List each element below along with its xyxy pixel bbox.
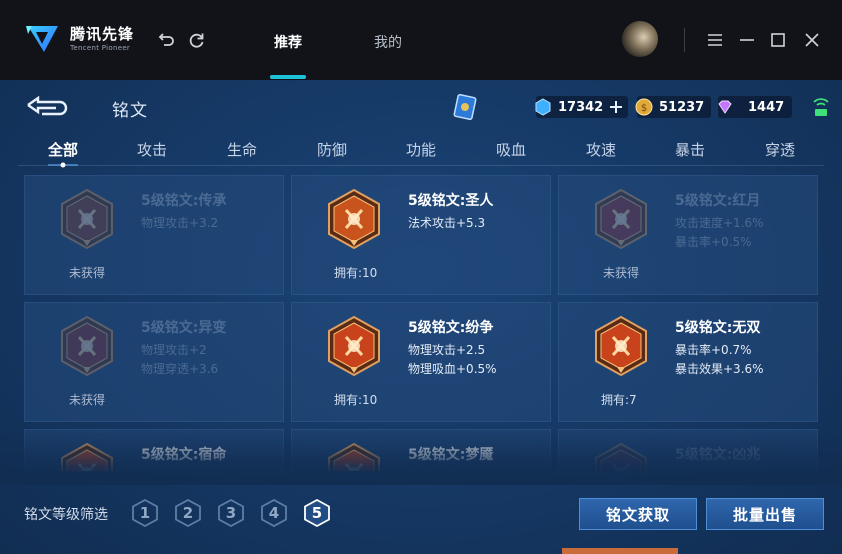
rune-stat: 法术攻击+5.3 <box>408 216 486 230</box>
rune-stat: 暴击率+0.5% <box>675 235 752 249</box>
level-filter-option[interactable]: 4 <box>259 498 289 528</box>
category-tabs: 全部 攻击 生命 防御 功能 吸血 攻速 暴击 穿透 <box>18 136 824 168</box>
signal-icon <box>813 98 829 116</box>
batch-sell-button[interactable]: 批量出售 <box>706 498 824 530</box>
rune-card[interactable]: 5级铭文:纷争 物理攻击+2.5 物理吸血+0.5% 拥有:10 <box>291 302 551 422</box>
gold-coin-icon: $ <box>635 98 653 116</box>
tab-defense[interactable]: 防御 <box>317 139 347 160</box>
add-icon[interactable] <box>609 100 623 114</box>
level-filter-number: 3 <box>225 504 237 522</box>
rune-card[interactable]: 5级铭文:传承 物理攻击+3.2 未获得 <box>24 175 284 295</box>
maximize-icon[interactable] <box>768 30 788 50</box>
crystal-count: 17342 <box>558 99 604 115</box>
gold-count: 51237 <box>659 99 705 115</box>
bottom-fade <box>0 425 842 485</box>
rune-stat: 物理攻击+3.2 <box>141 216 219 230</box>
avatar[interactable] <box>622 21 658 57</box>
rune-stat: 物理吸血+0.5% <box>408 362 497 376</box>
currency-gold: $ 51237 <box>635 96 711 118</box>
tab-health[interactable]: 生命 <box>227 139 257 160</box>
rune-stat: 攻击速度+1.6% <box>675 216 764 230</box>
currency-diamond: 1447 <box>718 96 792 118</box>
minimize-icon[interactable] <box>737 30 757 50</box>
back-arrow-icon[interactable] <box>26 94 72 116</box>
nav-tab-recommend[interactable]: 推荐 <box>274 32 302 52</box>
rune-card[interactable]: 5级铭文:无双 暴击率+0.7% 暴击效果+3.6% 拥有:7 <box>558 302 818 422</box>
rune-name: 5级铭文:无双 <box>675 320 761 336</box>
app-logo: 腾讯先锋 Tencent Pioneer <box>24 22 134 56</box>
level-filter-number: 4 <box>268 504 280 522</box>
rune-card[interactable]: 5级铭文:异变 物理攻击+2 物理穿透+3.6 未获得 <box>24 302 284 422</box>
rune-owned-count: 拥有:7 <box>601 393 637 407</box>
level-filter-number: 5 <box>311 504 323 522</box>
panel-header: 铭文 17342 $ 51237 1447 <box>0 80 842 130</box>
rune-panel: 铭文 17342 $ 51237 1447 全部 攻击 生命 防御 功能 吸血 … <box>0 80 842 554</box>
tab-lifesteal[interactable]: 吸血 <box>496 139 526 160</box>
diamond-icon <box>718 100 732 114</box>
level-filter-option[interactable]: 5 <box>302 498 332 528</box>
rune-name: 5级铭文:纷争 <box>408 320 494 336</box>
crystal-icon <box>535 98 551 116</box>
tab-utility[interactable]: 功能 <box>406 139 436 160</box>
rune-owned-count: 拥有:10 <box>334 393 378 407</box>
rune-emblem-icon <box>61 315 113 377</box>
title-bar: 腾讯先锋 Tencent Pioneer 推荐 我的 <box>0 0 842 80</box>
level-filter-label: 铭文等级筛选 <box>24 507 108 523</box>
rune-emblem-icon <box>61 188 113 250</box>
divider <box>684 28 685 52</box>
rune-name: 5级铭文:红月 <box>675 193 761 209</box>
page-title: 铭文 <box>112 101 148 121</box>
brand-name-en: Tencent Pioneer <box>70 43 131 52</box>
nav-tab-mine[interactable]: 我的 <box>374 32 402 52</box>
diamond-count: 1447 <box>748 99 785 115</box>
close-icon[interactable] <box>802 30 822 50</box>
rune-name: 5级铭文:传承 <box>141 193 227 209</box>
brand-name: 腾讯先锋 <box>70 24 135 43</box>
tab-crit[interactable]: 暴击 <box>675 139 705 160</box>
rune-stat: 暴击率+0.7% <box>675 343 752 357</box>
rune-not-owned: 未获得 <box>69 393 106 407</box>
level-filter-option[interactable]: 3 <box>216 498 246 528</box>
rune-stat: 物理穿透+3.6 <box>141 362 219 376</box>
get-rune-button[interactable]: 铭文获取 <box>579 498 697 530</box>
rune-page-icon[interactable] <box>453 93 477 121</box>
menu-icon[interactable] <box>705 30 725 50</box>
rune-emblem-icon <box>328 188 380 250</box>
tab-active-indicator <box>48 162 78 168</box>
rune-card[interactable]: 5级铭文:红月 攻击速度+1.6% 暴击率+0.5% 未获得 <box>558 175 818 295</box>
level-filter-number: 1 <box>139 504 151 522</box>
rune-stat: 物理攻击+2 <box>141 343 207 357</box>
level-filter-option[interactable]: 1 <box>130 498 160 528</box>
rune-name: 5级铭文:异变 <box>141 320 227 336</box>
tab-all[interactable]: 全部 <box>48 139 78 160</box>
tab-attack-speed[interactable]: 攻速 <box>586 139 616 160</box>
tab-penetration[interactable]: 穿透 <box>765 139 795 160</box>
currency-crystal: 17342 <box>535 96 628 118</box>
rune-card[interactable]: 5级铭文:圣人 法术攻击+5.3 拥有:10 <box>291 175 551 295</box>
level-filter-number: 2 <box>182 504 194 522</box>
rune-emblem-icon <box>595 188 647 250</box>
rune-emblem-icon <box>595 315 647 377</box>
refresh-icon[interactable] <box>187 30 207 50</box>
rune-stat: 物理攻击+2.5 <box>408 343 486 357</box>
rune-owned-count: 拥有:10 <box>334 266 378 280</box>
rune-not-owned: 未获得 <box>69 266 106 280</box>
nav-active-indicator <box>270 75 306 79</box>
svg-text:$: $ <box>641 103 647 114</box>
tab-attack[interactable]: 攻击 <box>137 139 167 160</box>
back-icon[interactable] <box>156 30 176 50</box>
logo-icon <box>26 26 58 52</box>
rune-name: 5级铭文:圣人 <box>408 193 494 209</box>
level-filter-option[interactable]: 2 <box>173 498 203 528</box>
rune-emblem-icon <box>328 315 380 377</box>
rune-not-owned: 未获得 <box>603 266 640 280</box>
rune-stat: 暴击效果+3.6% <box>675 362 764 376</box>
tabs-divider <box>18 165 824 166</box>
taskbar-strip <box>562 548 678 554</box>
